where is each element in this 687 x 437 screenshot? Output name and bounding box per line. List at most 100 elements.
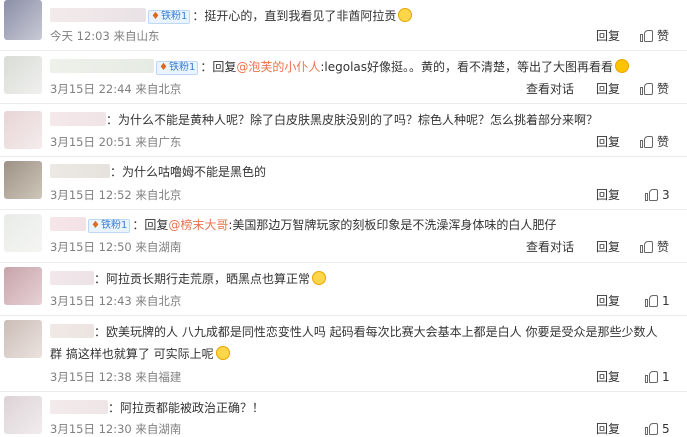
comment-meta: 3月15日 22:44 来自北京 bbox=[50, 81, 181, 97]
comment-body: ♦铁粉1 ：挺开心的，直到我看见了非酋阿拉贡 bbox=[50, 8, 413, 24]
like-count: 1 bbox=[662, 370, 670, 384]
avatar[interactable] bbox=[4, 0, 42, 40]
avatar[interactable] bbox=[4, 161, 42, 199]
fan-badge[interactable]: ♦铁粉1 bbox=[156, 61, 199, 75]
comment-text: ：阿拉贡都能被政治正确？！ bbox=[108, 401, 265, 415]
avatar[interactable] bbox=[4, 267, 42, 305]
comment-text: ：挺开心的，直到我看见了非酋阿拉贡 bbox=[192, 9, 397, 23]
comment-body: ：为什么咕噜姆不能是黑色的 bbox=[50, 164, 266, 180]
comment-item: ♦铁粉1 ：回复@泡芙的小仆人:legolas好像挺。。黄的，看不清楚，等出了大图… bbox=[0, 53, 687, 101]
thumb-up-icon bbox=[640, 82, 653, 95]
comment-body: ：为什么不能是黄种人呢？除了白皮肤黑皮肤没别的了吗？棕色人种呢？怎么挑着部分来啊… bbox=[50, 112, 598, 128]
comment-body: ：阿拉贡都能被政治正确？！ bbox=[50, 400, 264, 416]
username-blurred[interactable] bbox=[50, 324, 94, 338]
comment-time: 3月15日 12:30 bbox=[50, 422, 132, 436]
like-count: 3 bbox=[662, 188, 670, 202]
comment-body: ♦铁粉1 ：回复@泡芙的小仆人:legolas好像挺。。黄的，看不清楚，等出了大图… bbox=[50, 59, 630, 75]
comment-item: ：欧美玩牌的人 八九成都是同性恋变性人吗 起码看每次比赛大会基本上都是白人 你要… bbox=[0, 318, 687, 388]
username-blurred[interactable] bbox=[50, 164, 110, 178]
fan-badge[interactable]: ♦铁粉1 bbox=[88, 219, 131, 233]
like-button[interactable]: 赞 bbox=[640, 239, 669, 255]
thumb-up-icon bbox=[640, 29, 653, 42]
comment-text: ：为什么咕噜姆不能是黑色的 bbox=[110, 165, 267, 179]
comment-location: 来自湖南 bbox=[135, 240, 182, 254]
username-blurred[interactable] bbox=[50, 271, 94, 285]
reply-button[interactable]: 回复 bbox=[596, 187, 620, 203]
reply-button[interactable]: 回复 bbox=[596, 81, 620, 97]
tears-emoji-icon bbox=[215, 346, 230, 360]
reply-button[interactable]: 回复 bbox=[596, 421, 620, 437]
divider bbox=[0, 103, 687, 104]
comment-item: ：阿拉贡长期行走荒原，晒黑点也算正常 3月15日 12:43 来自北京 回复 1 bbox=[0, 265, 687, 313]
like-count: 5 bbox=[662, 422, 670, 436]
comment-item: ♦铁粉1 ：挺开心的，直到我看见了非酋阿拉贡 今天 12:03 来自山东 回复 赞 bbox=[0, 0, 687, 46]
reply-button[interactable]: 回复 bbox=[596, 369, 620, 385]
comment-time: 3月15日 12:43 bbox=[50, 294, 132, 308]
like-label: 赞 bbox=[657, 135, 670, 149]
comment-text: ：欧美玩牌的人 八九成都是同性恋变性人吗 起码看每次比赛大会基本上都是白人 你要… bbox=[94, 325, 658, 339]
reply-button[interactable]: 回复 bbox=[596, 293, 620, 309]
comment-time: 3月15日 20:51 bbox=[50, 135, 132, 149]
comment-location: 来自北京 bbox=[135, 294, 182, 308]
comment-text-continued: 群 搞这样也就算了 可实际上呢 bbox=[50, 347, 214, 361]
like-button[interactable]: 1 bbox=[645, 369, 670, 385]
comment-meta: 今天 12:03 来自山东 bbox=[50, 28, 159, 44]
comment-location: 来自山东 bbox=[113, 29, 160, 43]
like-label: 赞 bbox=[657, 82, 670, 96]
username-blurred[interactable] bbox=[50, 400, 108, 414]
heart-eyes-emoji-icon bbox=[615, 59, 630, 73]
comment-text: ：为什么不能是黄种人呢？除了白皮肤黑皮肤没别的了吗？棕色人种呢？怎么挑着部分来啊… bbox=[106, 113, 599, 127]
fan-badge[interactable]: ♦铁粉1 bbox=[148, 10, 191, 24]
comment-time: 3月15日 12:52 bbox=[50, 188, 132, 202]
like-button[interactable]: 赞 bbox=[640, 81, 669, 97]
username-blurred[interactable] bbox=[50, 112, 106, 126]
comment-meta: 3月15日 12:38 来自福建 bbox=[50, 369, 181, 385]
thumb-up-icon bbox=[645, 422, 658, 435]
like-button[interactable]: 赞 bbox=[640, 134, 669, 150]
grin-emoji-icon bbox=[312, 271, 327, 285]
avatar[interactable] bbox=[4, 320, 42, 358]
comment-item: ：为什么不能是黄种人呢？除了白皮肤黑皮肤没别的了吗？棕色人种呢？怎么挑着部分来啊… bbox=[0, 107, 687, 155]
thumb-up-icon bbox=[645, 370, 658, 383]
comment-meta: 3月15日 12:52 来自北京 bbox=[50, 187, 181, 203]
mention-link[interactable]: @泡芙的小仆人 bbox=[236, 60, 320, 74]
like-count: 1 bbox=[662, 294, 670, 308]
avatar[interactable] bbox=[4, 396, 42, 434]
avatar[interactable] bbox=[4, 214, 42, 252]
avatar[interactable] bbox=[4, 56, 42, 94]
fan-badge-label: 铁粉1 bbox=[168, 62, 196, 73]
divider bbox=[0, 315, 687, 316]
username-blurred[interactable] bbox=[50, 59, 154, 73]
thumb-up-icon bbox=[645, 294, 658, 307]
divider bbox=[0, 209, 687, 210]
comment-text: ：阿拉贡长期行走荒原，晒黑点也算正常 bbox=[94, 272, 311, 286]
comment-item: ：为什么咕噜姆不能是黑色的 3月15日 12:52 来自北京 回复 3 bbox=[0, 159, 687, 207]
comment-meta: 3月15日 12:30 来自湖南 bbox=[50, 421, 181, 437]
reply-button[interactable]: 回复 bbox=[596, 134, 620, 150]
smile-emoji-icon bbox=[398, 8, 413, 22]
reply-button[interactable]: 回复 bbox=[596, 28, 620, 44]
comment-time: 3月15日 22:44 bbox=[50, 82, 132, 96]
like-button[interactable]: 1 bbox=[645, 293, 670, 309]
fan-badge-label: 铁粉1 bbox=[160, 11, 188, 22]
comment-item: ：阿拉贡都能被政治正确？！ 3月15日 12:30 来自湖南 回复 5 bbox=[0, 394, 687, 436]
comment-time: 3月15日 12:38 bbox=[50, 370, 132, 384]
like-button[interactable]: 5 bbox=[645, 421, 670, 437]
mention-link[interactable]: @榜末大哥 bbox=[168, 218, 228, 232]
thumb-up-icon bbox=[640, 240, 653, 253]
comment-text: :legolas好像挺。。黄的，看不清楚，等出了大图再看看 bbox=[320, 60, 614, 74]
like-button[interactable]: 3 bbox=[645, 187, 670, 203]
like-label: 赞 bbox=[657, 240, 670, 254]
comment-location: 来自北京 bbox=[135, 82, 182, 96]
view-conversation-link[interactable]: 查看对话 bbox=[526, 239, 574, 255]
avatar[interactable] bbox=[4, 111, 42, 149]
view-conversation-link[interactable]: 查看对话 bbox=[526, 81, 574, 97]
comment-time: 3月15日 12:50 bbox=[50, 240, 132, 254]
like-button[interactable]: 赞 bbox=[640, 28, 669, 44]
comment-text: :美国那边万智牌玩家的刻板印象是不洗澡浑身体味的白人肥仔 bbox=[228, 218, 557, 232]
comment-time: 今天 12:03 bbox=[50, 29, 110, 43]
divider bbox=[0, 50, 687, 51]
username-blurred[interactable] bbox=[50, 8, 146, 22]
reply-button[interactable]: 回复 bbox=[596, 239, 620, 255]
username-blurred[interactable] bbox=[50, 217, 86, 231]
